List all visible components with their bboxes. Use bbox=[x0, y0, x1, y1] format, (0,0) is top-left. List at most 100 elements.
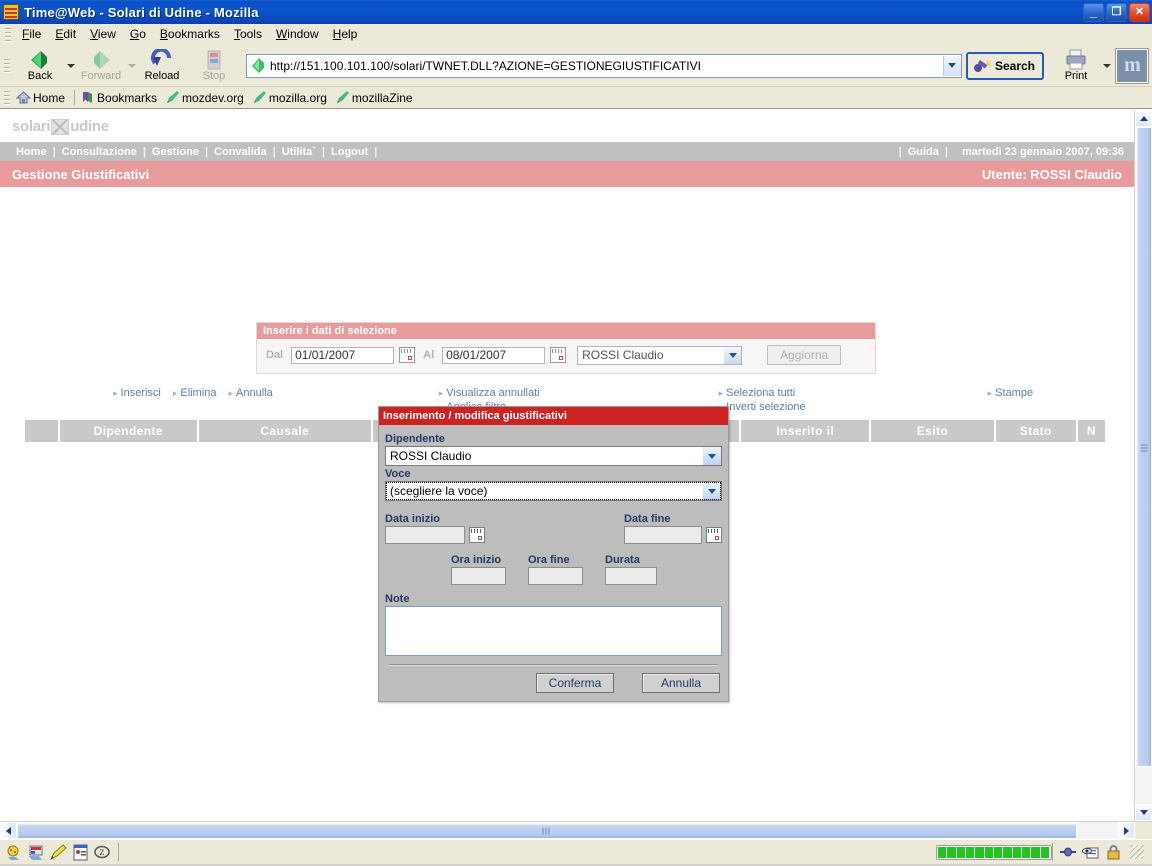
modal-title: Inserimento / modifica giustificativi bbox=[379, 407, 728, 425]
chatzilla-icon[interactable]: Z bbox=[94, 844, 112, 861]
page-title-bar: Gestione Giustificativi Utente: ROSSI Cl… bbox=[0, 161, 1134, 187]
modal-voce-select[interactable]: (scegliere la voce) bbox=[385, 481, 722, 501]
action-elimina[interactable]: ▸ Elimina bbox=[173, 387, 217, 399]
security-lock-icon[interactable] bbox=[1105, 844, 1123, 861]
print-dropdown[interactable] bbox=[1102, 46, 1111, 85]
back-dropdown[interactable] bbox=[66, 46, 75, 85]
action-stampe[interactable]: ▸ Stampe bbox=[988, 387, 1033, 399]
modal-ora-inizio-input[interactable] bbox=[451, 567, 506, 585]
vscroll-track[interactable] bbox=[1135, 127, 1152, 804]
dal-input[interactable]: 01/01/2007 bbox=[291, 346, 395, 364]
bookmark-mozillazine[interactable]: mozillaZine bbox=[333, 90, 419, 105]
menu-file[interactable]: File bbox=[15, 25, 48, 43]
bookmark-mozilla[interactable]: mozilla.org bbox=[250, 90, 333, 105]
action-inserisci[interactable]: ▸ Inserisci bbox=[113, 387, 161, 399]
url-dropdown-icon[interactable] bbox=[942, 55, 961, 76]
nav-guida[interactable]: Guida bbox=[902, 146, 945, 158]
employee-select[interactable]: ROSSI Claudio bbox=[577, 345, 743, 365]
reload-label: Reload bbox=[144, 70, 180, 82]
menu-file-rest: ile bbox=[29, 27, 42, 41]
modal-data-inizio-input[interactable] bbox=[385, 526, 465, 544]
bookmark-mozdev[interactable]: mozdev.org bbox=[163, 90, 250, 105]
composer-icon[interactable] bbox=[49, 843, 68, 861]
cookie-manager-icon[interactable] bbox=[6, 844, 24, 861]
nav-gestione[interactable]: Gestione bbox=[146, 146, 205, 158]
address-book-icon[interactable] bbox=[72, 844, 90, 861]
al-input[interactable]: 08/01/2007 bbox=[442, 346, 546, 364]
menu-help[interactable]: Help bbox=[326, 25, 365, 43]
url-text[interactable]: http://151.100.101.100/solari/TWNET.DLL?… bbox=[270, 59, 943, 73]
aggiorna-button[interactable]: Aggiorna bbox=[767, 345, 842, 365]
action-inverti-selezione[interactable]: ▸Inverti selezione bbox=[719, 401, 806, 413]
menu-bookmarks[interactable]: Bookmarks bbox=[153, 25, 227, 43]
hscroll-thumb[interactable] bbox=[17, 822, 1077, 839]
scroll-down-button[interactable] bbox=[1135, 804, 1152, 821]
minimize-button[interactable]: _ bbox=[1083, 2, 1104, 22]
mozilla-logo[interactable]: m bbox=[1115, 47, 1149, 84]
annulla-button[interactable]: Annulla bbox=[642, 673, 720, 693]
bookmarks-grip[interactable] bbox=[4, 90, 10, 105]
progress-meter bbox=[936, 844, 1052, 860]
modal-dipendente-label: Dipendente bbox=[385, 433, 445, 445]
insert-edit-modal: Inserimento / modifica giustificativi Di… bbox=[378, 406, 729, 702]
menu-window[interactable]: Window bbox=[269, 25, 326, 43]
menu-view[interactable]: View bbox=[83, 25, 123, 43]
data-inizio-calendar-icon[interactable] bbox=[469, 527, 485, 543]
employee-select-value: ROSSI Claudio bbox=[582, 348, 664, 362]
modal-date-row: Data inizio Data fine bbox=[385, 511, 722, 544]
menu-go[interactable]: Go bbox=[123, 25, 153, 43]
modal-note-textarea[interactable] bbox=[385, 606, 722, 656]
modal-ora-fine-field: Ora fine bbox=[528, 552, 583, 585]
nav-utilita[interactable]: Utilita` bbox=[276, 146, 322, 158]
print-button[interactable]: Print bbox=[1050, 46, 1102, 85]
scroll-right-button[interactable] bbox=[1118, 822, 1135, 839]
url-bar[interactable]: http://151.100.101.100/solari/TWNET.DLL?… bbox=[246, 53, 962, 78]
modal-durata-input[interactable] bbox=[605, 567, 657, 585]
bookmarks-bar: Home Bookmarks mozdev.org mozilla.org mo… bbox=[0, 87, 1152, 109]
menu-edit[interactable]: Edit bbox=[48, 25, 83, 43]
resize-grip[interactable] bbox=[1130, 845, 1144, 859]
vertical-scrollbar[interactable] bbox=[1134, 110, 1152, 821]
nav-convalida[interactable]: Convalida bbox=[208, 146, 273, 158]
modal-durata-label: Durata bbox=[605, 554, 640, 566]
menu-tools[interactable]: Tools bbox=[227, 25, 269, 43]
bookmark-home[interactable]: Home bbox=[14, 90, 71, 105]
action-visualizza-annullati[interactable]: ▸ Visualizza annullati bbox=[439, 387, 540, 399]
bookmark-bookmarks[interactable]: Bookmarks bbox=[78, 90, 163, 105]
page-info-icon[interactable] bbox=[28, 844, 46, 861]
dal-calendar-icon[interactable] bbox=[399, 347, 416, 363]
th-causale: Causale bbox=[198, 420, 372, 442]
modal-ora-fine-input[interactable] bbox=[528, 567, 583, 585]
maximize-button[interactable]: ❐ bbox=[1106, 2, 1127, 22]
filter-header: Inserire i dati di selezione bbox=[257, 323, 875, 339]
th-stato: Stato bbox=[995, 420, 1076, 442]
search-button[interactable]: Search bbox=[965, 51, 1044, 80]
modal-data-fine-field: Data fine bbox=[624, 511, 702, 544]
status-icon-group: Z bbox=[2, 843, 118, 861]
horizontal-scrollbar[interactable] bbox=[0, 821, 1152, 839]
scroll-left-button[interactable] bbox=[0, 822, 17, 839]
reload-button[interactable]: Reload bbox=[136, 46, 188, 85]
vscroll-thumb[interactable] bbox=[1135, 127, 1152, 767]
menu-go-rest: o bbox=[139, 27, 146, 41]
solari-mark-icon bbox=[51, 118, 70, 135]
nav-consultazione[interactable]: Consultazione bbox=[56, 146, 143, 158]
nav-logout[interactable]: Logout bbox=[325, 146, 374, 158]
toolbar-grip[interactable] bbox=[4, 58, 10, 73]
action-seleziona-tutti[interactable]: ▸ Seleziona tutti bbox=[719, 387, 806, 399]
modal-body: Dipendente ROSSI Claudio Voce (scegliere… bbox=[379, 425, 728, 701]
scroll-up-button[interactable] bbox=[1135, 110, 1152, 127]
back-button[interactable]: Back bbox=[14, 46, 66, 85]
hscroll-track[interactable] bbox=[17, 822, 1118, 839]
close-button[interactable]: ✕ bbox=[1129, 2, 1150, 22]
connection-icon[interactable] bbox=[1059, 844, 1077, 861]
nav-home[interactable]: Home bbox=[10, 146, 53, 158]
menu-grip[interactable] bbox=[5, 26, 11, 42]
modal-data-fine-input[interactable] bbox=[624, 526, 702, 544]
conferma-button[interactable]: Conferma bbox=[536, 673, 614, 693]
data-fine-calendar-icon[interactable] bbox=[706, 527, 722, 543]
privacy-eye-icon[interactable] bbox=[1082, 844, 1100, 861]
action-annulla[interactable]: ▸ Annulla bbox=[228, 387, 272, 399]
modal-dipendente-select[interactable]: ROSSI Claudio bbox=[385, 446, 722, 466]
al-calendar-icon[interactable] bbox=[550, 347, 567, 363]
